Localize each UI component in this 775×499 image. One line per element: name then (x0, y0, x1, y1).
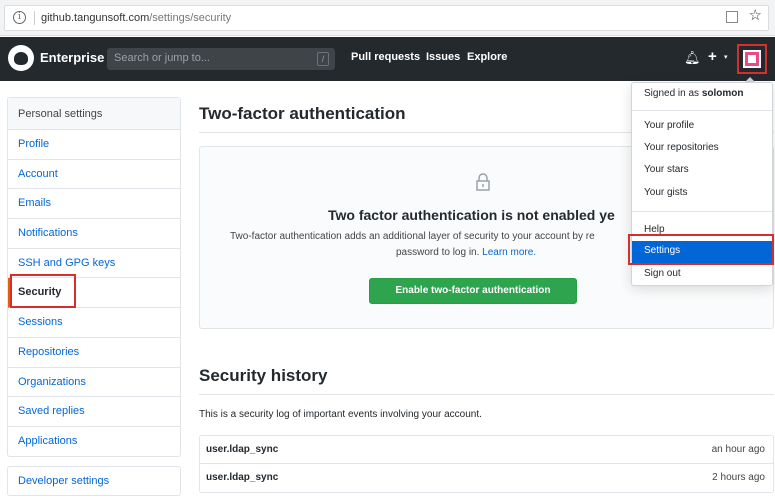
signed-in-prefix: Signed in as (644, 88, 700, 99)
blankslate-title: Two factor authentication is not enabled… (328, 207, 615, 223)
security-history-title: Security history (199, 366, 328, 385)
sidebar-item-notifications[interactable]: Notifications (8, 219, 180, 249)
menu-item-sign-out[interactable]: Sign out (632, 264, 772, 286)
plus-icon[interactable]: + (708, 48, 717, 65)
chevron-down-icon[interactable]: ▾ (724, 53, 728, 61)
history-divider (199, 394, 774, 395)
sidebar-item-repositories[interactable]: Repositories (8, 338, 180, 368)
security-history-description: This is a security log of important even… (199, 409, 482, 420)
search-input[interactable]: Search or jump to... / (107, 48, 335, 70)
url-path: /settings/security (149, 12, 232, 24)
github-logo-icon[interactable] (8, 45, 34, 71)
url-host: github.tangunsoft.com (41, 12, 150, 24)
history-action: user.ldap_sync (206, 444, 279, 455)
history-action: user.ldap_sync (206, 472, 279, 483)
settings-highlight (628, 234, 774, 265)
sidebar-heading: Personal settings (8, 98, 180, 130)
sidebar-item-applications[interactable]: Applications (8, 427, 180, 457)
table-row[interactable]: user.ldap_sync 2 hours ago (200, 464, 773, 492)
address-url[interactable]: github.tangunsoft.com/settings/security (41, 11, 231, 25)
avatar[interactable] (743, 50, 761, 68)
sidebar-item-emails[interactable]: Emails (8, 189, 180, 220)
bookmark-icon[interactable] (726, 11, 738, 23)
enable-two-factor-button[interactable]: Enable two-factor authentication (369, 278, 577, 304)
star-icon[interactable]: ☆ (749, 8, 762, 24)
history-time: an hour ago (711, 444, 765, 455)
sidebar-item-developer-settings[interactable]: Developer settings (7, 466, 181, 496)
info-icon[interactable]: i (13, 11, 26, 24)
sidebar-item-organizations[interactable]: Organizations (8, 368, 180, 398)
sidebar-item-account[interactable]: Account (8, 160, 180, 190)
search-placeholder: Search or jump to... (114, 52, 210, 64)
search-shortcut-key: / (317, 52, 329, 66)
learn-more-link[interactable]: Learn more. (482, 247, 536, 258)
history-time: 2 hours ago (712, 472, 765, 483)
nav-issues[interactable]: Issues (426, 51, 460, 63)
menu-item-your-repositories[interactable]: Your repositories (632, 138, 772, 160)
lock-icon (476, 173, 490, 191)
blankslate-line-1: Two-factor authentication adds an additi… (230, 231, 595, 242)
browser-toolbar: i github.tangunsoft.com/settings/securit… (0, 0, 775, 36)
menu-item-your-profile[interactable]: Your profile (632, 116, 772, 138)
sidebar-item-sessions[interactable]: Sessions (8, 308, 180, 338)
nav-explore[interactable]: Explore (467, 51, 507, 63)
table-row[interactable]: user.ldap_sync an hour ago (200, 436, 773, 464)
signed-in-username: solomon (701, 88, 744, 99)
dropdown-divider (632, 211, 772, 212)
bell-icon[interactable]: 🔔︎ (684, 50, 701, 66)
security-history-list: user.ldap_sync an hour ago user.ldap_syn… (199, 435, 774, 493)
security-highlight (10, 274, 76, 308)
address-separator (34, 11, 35, 25)
dropdown-divider (632, 110, 772, 111)
signed-in-as: Signed in as solomon (644, 88, 744, 99)
blankslate-line-2: password to log in. Learn more. (396, 245, 536, 261)
brand-label[interactable]: Enterprise (40, 50, 104, 65)
blankslate-line-2-text: password to log in. (396, 247, 480, 258)
sidebar-item-saved-replies[interactable]: Saved replies (8, 397, 180, 427)
page-title: Two-factor authentication (199, 104, 406, 123)
sidebar-item-profile[interactable]: Profile (8, 130, 180, 160)
nav-pull-requests[interactable]: Pull requests (351, 51, 420, 63)
menu-item-your-gists[interactable]: Your gists (632, 183, 772, 205)
address-bar[interactable]: i github.tangunsoft.com/settings/securit… (4, 5, 769, 31)
menu-item-your-stars[interactable]: Your stars (632, 160, 772, 182)
site-header: Enterprise Search or jump to... / Pull r… (0, 37, 775, 81)
